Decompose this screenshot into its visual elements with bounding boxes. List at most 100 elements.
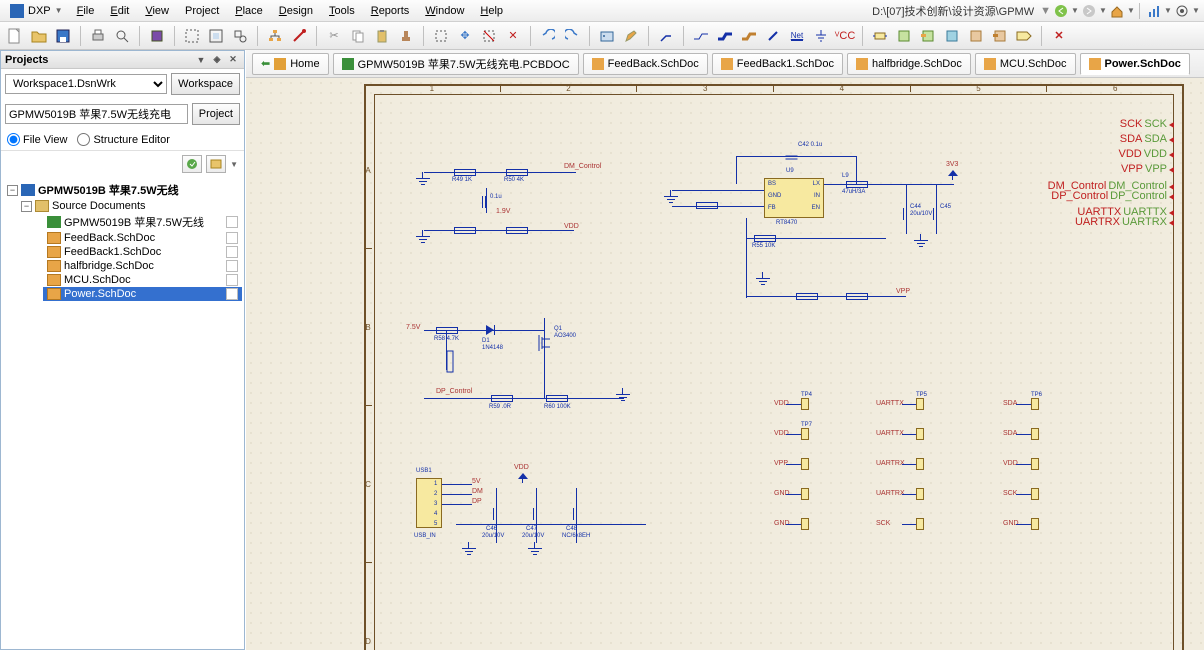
tree-root[interactable]: − GPMW5019B 苹果7.5W无线 — [3, 181, 242, 199]
testpoint[interactable] — [801, 398, 809, 410]
wire[interactable] — [902, 494, 916, 495]
menu-design[interactable]: Design — [271, 3, 321, 19]
menu-file[interactable]: File — [69, 3, 103, 19]
testpoint[interactable] — [916, 488, 924, 500]
resistor[interactable] — [796, 293, 818, 300]
tab-halfbridge[interactable]: halfbridge.SchDoc — [847, 53, 971, 75]
place-harness-conn-button[interactable] — [965, 25, 987, 47]
save-button[interactable] — [52, 25, 74, 47]
wire[interactable] — [902, 524, 916, 525]
menu-view[interactable]: View — [137, 3, 177, 19]
place-power-button[interactable]: VCC — [834, 25, 856, 47]
place-netlabel-button[interactable]: Net — [786, 25, 808, 47]
wire[interactable] — [544, 318, 545, 398]
rubber-stamp-button[interactable] — [395, 25, 417, 47]
testpoint[interactable] — [916, 428, 924, 440]
wire[interactable] — [1016, 464, 1031, 465]
place-port-button[interactable] — [1013, 25, 1035, 47]
gnd-symbol[interactable] — [756, 278, 770, 288]
wire[interactable] — [442, 494, 472, 495]
tab-feedback[interactable]: FeedBack.SchDoc — [583, 53, 708, 75]
clear-filter-button[interactable]: ✕ — [502, 25, 524, 47]
sheet-port[interactable]: VDDVDD — [1119, 148, 1174, 160]
wire[interactable] — [1016, 524, 1031, 525]
sheet-port[interactable]: SCKSCK — [1120, 118, 1174, 130]
capacitor[interactable] — [533, 508, 534, 520]
menu-project[interactable]: Project — [177, 3, 227, 19]
gnd-symbol[interactable] — [416, 236, 430, 246]
redo-button[interactable] — [561, 25, 583, 47]
structure-editor-radio[interactable]: Structure Editor — [77, 133, 169, 146]
tab-mcu[interactable]: MCU.SchDoc — [975, 53, 1076, 75]
close-icon[interactable]: ✕ — [226, 53, 240, 67]
resistor[interactable] — [546, 395, 568, 402]
panel-titlebar[interactable]: Projects ▼ ◈ ✕ — [1, 51, 244, 69]
wire[interactable] — [442, 504, 472, 505]
file-view-radio[interactable]: File View — [7, 133, 67, 146]
wire[interactable] — [486, 188, 487, 213]
place-sheet-entry-button[interactable] — [917, 25, 939, 47]
copy-button[interactable] — [347, 25, 369, 47]
ic-regulator[interactable]: BS GND FB LX IN EN — [764, 178, 824, 218]
workspace-select[interactable]: Workspace1.DsnWrk — [5, 74, 167, 94]
menu-reports[interactable]: Reports — [363, 3, 418, 19]
browse-button[interactable] — [596, 25, 618, 47]
print-button[interactable] — [87, 25, 109, 47]
place-noerc-button[interactable]: ✕ — [1048, 25, 1070, 47]
testpoint[interactable] — [916, 458, 924, 470]
project-button[interactable]: Project — [192, 103, 240, 125]
wire[interactable] — [672, 206, 764, 207]
place-harness-entry-button[interactable] — [989, 25, 1011, 47]
place-part-button[interactable] — [869, 25, 891, 47]
open-file-button[interactable] — [28, 25, 50, 47]
resistor[interactable] — [454, 227, 476, 234]
cut-button[interactable]: ✂ — [323, 25, 345, 47]
gnd-symbol[interactable] — [914, 240, 928, 250]
wire[interactable] — [746, 218, 747, 298]
power-symbol[interactable] — [948, 170, 958, 180]
gnd-symbol[interactable] — [462, 548, 476, 558]
capacitor[interactable] — [493, 508, 494, 520]
mosfet[interactable] — [534, 333, 554, 353]
tree-doc-feedback1[interactable]: FeedBack1.SchDoc — [43, 245, 242, 259]
collapse-icon[interactable]: − — [7, 185, 18, 196]
collapse-icon[interactable]: − — [21, 201, 32, 212]
tree-doc-halfbridge[interactable]: halfbridge.SchDoc — [43, 259, 242, 273]
zoom-select-button[interactable] — [229, 25, 251, 47]
app-brand[interactable]: DXP ▼ — [4, 4, 69, 18]
testpoint[interactable] — [1031, 518, 1039, 530]
nav-home-icon[interactable] — [1109, 3, 1125, 19]
sheet-port[interactable]: DP_ControlDP_Control — [1051, 190, 1174, 202]
wire[interactable] — [424, 398, 624, 399]
place-bus-button[interactable] — [714, 25, 736, 47]
tab-home[interactable]: ⬅Home — [252, 53, 329, 75]
compile-button[interactable] — [146, 25, 168, 47]
sheet-port[interactable]: VPPVPP — [1121, 163, 1174, 175]
refresh-diff-icon[interactable] — [182, 155, 202, 173]
wire[interactable] — [786, 404, 801, 405]
recent-path[interactable]: D:\[07]技术创新\设计资源\GPMW — [872, 3, 1040, 19]
select-rect-button[interactable] — [430, 25, 452, 47]
testpoint[interactable] — [801, 488, 809, 500]
menu-help[interactable]: Help — [472, 3, 511, 19]
project-tree[interactable]: − GPMW5019B 苹果7.5W无线 − Source Documents … — [1, 177, 244, 627]
testpoint[interactable] — [801, 518, 809, 530]
resistor[interactable] — [846, 293, 868, 300]
gnd-symbol[interactable] — [664, 196, 678, 206]
project-field[interactable] — [5, 104, 188, 124]
sheet-port[interactable]: SDASDA — [1120, 133, 1174, 145]
testpoint[interactable] — [1031, 458, 1039, 470]
zoom-fit-button[interactable] — [205, 25, 227, 47]
testpoint[interactable] — [1031, 428, 1039, 440]
place-netwire-button[interactable] — [690, 25, 712, 47]
wire[interactable] — [672, 190, 764, 191]
capacitor[interactable] — [933, 208, 934, 220]
capacitor[interactable] — [786, 156, 798, 157]
tree-doc-mcu[interactable]: MCU.SchDoc — [43, 273, 242, 287]
usb-connector[interactable] — [416, 478, 442, 528]
gnd-symbol[interactable] — [528, 548, 542, 558]
new-file-button[interactable] — [4, 25, 26, 47]
testpoint[interactable] — [916, 398, 924, 410]
place-sheet-symbol-button[interactable] — [893, 25, 915, 47]
place-device-sheet-button[interactable] — [941, 25, 963, 47]
